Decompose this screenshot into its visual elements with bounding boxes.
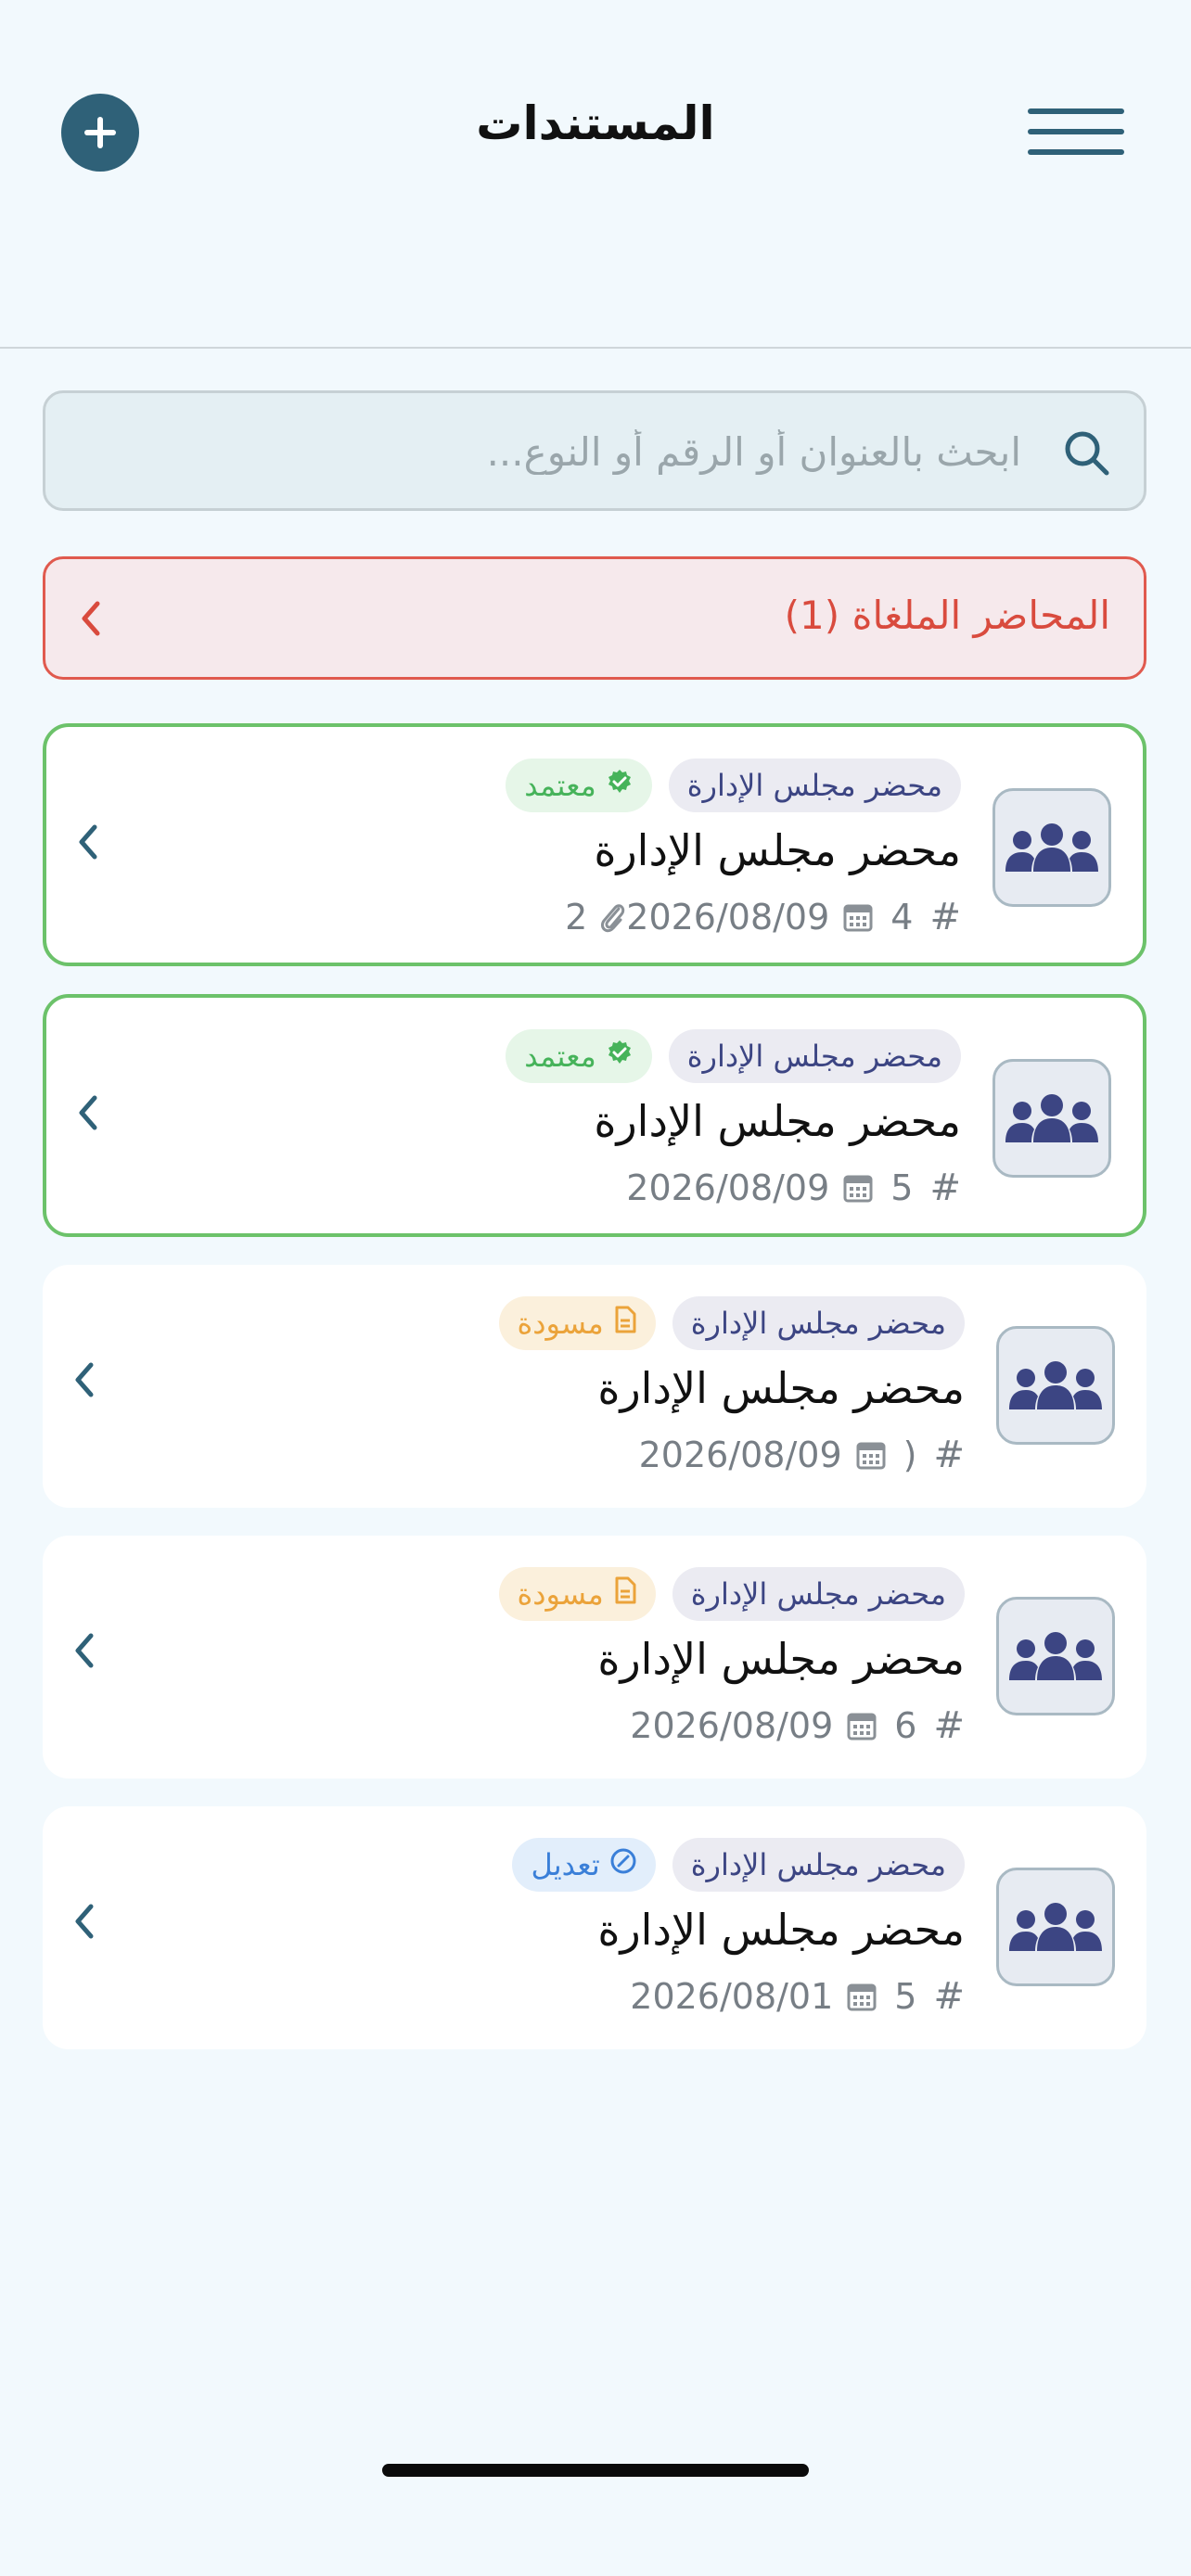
- search-input[interactable]: [83, 393, 1023, 510]
- group-users-icon: [1009, 1632, 1102, 1680]
- document-number: 5: [894, 1976, 917, 2017]
- document-meta: # 4 2026/08/09 2: [541, 896, 961, 938]
- document-meta: # 5 2026/08/09: [626, 1167, 961, 1209]
- document-title: محضر مجلس الإدارة: [594, 1096, 961, 1146]
- document-type-badge: محضر مجلس الإدارة: [668, 759, 961, 812]
- group-users-icon: [1005, 1094, 1098, 1142]
- document-date: 2026/08/09: [626, 897, 830, 937]
- verified-check-icon: [608, 1040, 631, 1064]
- calendar-icon: [847, 1713, 877, 1741]
- document-date: 2026/08/01: [630, 1976, 834, 2017]
- group-users-icon: [1009, 1903, 1102, 1951]
- document-card[interactable]: محضر مجلس الإدارة معتمد محضر مجلس الإدار…: [43, 994, 1146, 1237]
- status-badge: تعديل: [512, 1838, 656, 1892]
- document-title: محضر مجلس الإدارة: [594, 825, 961, 875]
- document-meta: # 5 2026/08/01: [630, 1975, 965, 2018]
- chevron-left-icon: [75, 1362, 94, 1397]
- attachment-count: 2: [565, 897, 588, 937]
- document-meta: # 6 2026/08/09: [630, 1704, 965, 1747]
- document-date: 2026/08/09: [626, 1167, 830, 1208]
- document-number: 4: [890, 897, 914, 937]
- document-card[interactable]: محضر مجلس الإدارة مسودة محضر مجلس الإدار…: [43, 1265, 1146, 1508]
- search-bar: [43, 390, 1146, 511]
- verified-check-icon: [608, 770, 631, 793]
- hash-icon: #: [933, 1704, 965, 1747]
- document-title: محضر مجلس الإدارة: [597, 1905, 965, 1955]
- paperclip-icon: [601, 904, 625, 933]
- document-type-badge: محضر مجلس الإدارة: [668, 1029, 961, 1083]
- home-indicator: [382, 2464, 809, 2477]
- document-number: ): [903, 1435, 917, 1475]
- search-icon: [1065, 431, 1109, 476]
- attachments: 2: [565, 897, 626, 937]
- cancelled-minutes-banner[interactable]: المحاضر الملغاة (1): [43, 556, 1146, 680]
- document-type-badge: محضر مجلس الإدارة: [672, 1567, 965, 1621]
- document-type-badge: محضر مجلس الإدارة: [672, 1296, 965, 1350]
- document-date: 2026/08/09: [638, 1435, 842, 1475]
- document-card[interactable]: محضر مجلس الإدارة تعديل محضر مجلس الإدار…: [43, 1806, 1146, 2049]
- document-icon: [615, 1576, 636, 1604]
- document-title: محضر مجلس الإدارة: [597, 1363, 965, 1413]
- document-date: 2026/08/09: [630, 1705, 834, 1746]
- document-icon: [615, 1306, 636, 1333]
- chevron-left-icon: [79, 824, 97, 860]
- hash-icon: #: [933, 1434, 965, 1476]
- calendar-icon: [847, 1983, 877, 2011]
- calendar-icon: [856, 1442, 886, 1470]
- group-avatar: [996, 1868, 1115, 1986]
- chevron-left-icon: [75, 1633, 94, 1668]
- hash-icon: #: [929, 1167, 961, 1209]
- document-type-badge: محضر مجلس الإدارة: [672, 1838, 965, 1892]
- document-card[interactable]: محضر مجلس الإدارة معتمد محضر مجلس الإدار…: [43, 723, 1146, 966]
- group-avatar: [996, 1326, 1115, 1445]
- group-avatar: [992, 788, 1111, 907]
- group-avatar: [992, 1059, 1111, 1178]
- group-users-icon: [1005, 823, 1098, 872]
- document-card[interactable]: محضر مجلس الإدارة مسودة محضر مجلس الإدار…: [43, 1536, 1146, 1779]
- hash-icon: #: [929, 896, 961, 938]
- chevron-left-icon: [82, 601, 100, 636]
- document-meta: # ) 2026/08/09: [639, 1434, 965, 1476]
- status-badge: مسودة: [498, 1296, 656, 1350]
- hamburger-menu-icon: [1028, 108, 1124, 114]
- chevron-left-icon: [79, 1095, 97, 1130]
- status-badge: مسودة: [498, 1567, 656, 1621]
- chevron-left-icon: [75, 1904, 94, 1939]
- menu-button[interactable]: [1028, 105, 1124, 159]
- page-title: المستندات: [476, 96, 715, 150]
- app-header: المستندات: [0, 0, 1191, 349]
- cancelled-minutes-label: المحاضر الملغاة (1): [784, 593, 1110, 638]
- calendar-icon: [843, 1175, 873, 1203]
- hash-icon: #: [933, 1975, 965, 2018]
- document-number: 6: [894, 1705, 917, 1746]
- status-badge: معتمد: [506, 759, 652, 812]
- edit-circle-icon: [610, 1848, 636, 1874]
- group-avatar: [996, 1597, 1115, 1715]
- calendar-icon: [843, 904, 873, 932]
- document-number: 5: [890, 1167, 914, 1208]
- status-badge: معتمد: [506, 1029, 652, 1083]
- document-title: محضر مجلس الإدارة: [597, 1634, 965, 1684]
- group-users-icon: [1009, 1361, 1102, 1409]
